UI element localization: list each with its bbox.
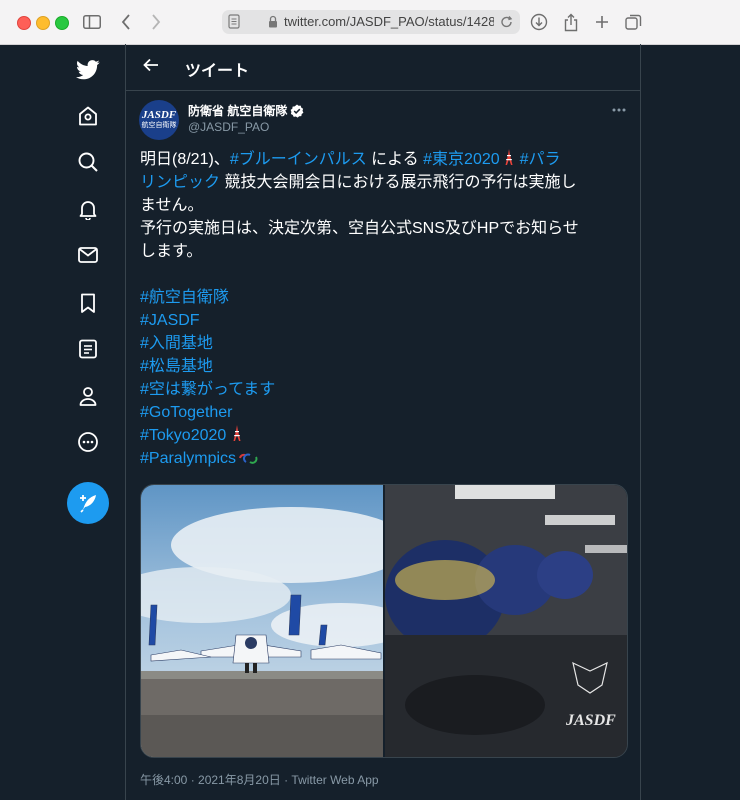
tweet-text-line: します。 bbox=[140, 243, 203, 260]
address-bar[interactable]: twitter.com/JASDF_PAO/status/1428612 bbox=[222, 10, 520, 34]
notifications-bell-icon[interactable] bbox=[76, 197, 100, 221]
hashtag-link[interactable]: #航空自衛隊 bbox=[140, 286, 630, 309]
hashtag-link[interactable]: #パラ bbox=[520, 151, 561, 168]
twitter-logo-icon[interactable] bbox=[75, 58, 101, 82]
page-header: ツイート bbox=[126, 44, 640, 91]
hashtag-link[interactable]: #Tokyo2020 bbox=[140, 427, 226, 444]
forward-nav-icon[interactable] bbox=[148, 11, 164, 33]
hashtag-link[interactable]: #GoTogether bbox=[140, 401, 630, 424]
zoom-window-button[interactable] bbox=[55, 16, 69, 30]
tweet-detail-column: ツイート JASDF 航空自衛隊 防衛省 航空自衛隊 @JASDF_PAO 明日… bbox=[125, 44, 641, 800]
back-nav-icon[interactable] bbox=[118, 11, 134, 33]
blue-impulse-jets-photo[interactable] bbox=[141, 485, 383, 757]
download-icon[interactable] bbox=[529, 11, 549, 33]
tweet-text-line: 予行の実施日は、決定次第、空自公式SNS及びHPでお知らせ bbox=[140, 220, 579, 237]
tweet-media-grid[interactable]: JASDF bbox=[140, 484, 628, 758]
tweet-text: 明日(8/21)、#ブルーインパルス による #東京2020 #パラ リンピック … bbox=[140, 148, 630, 470]
hashtag-link[interactable]: #JASDF bbox=[140, 309, 630, 332]
back-arrow-icon[interactable] bbox=[142, 56, 160, 79]
share-icon[interactable] bbox=[561, 11, 581, 33]
hashtag-link[interactable]: #空は繋がってます bbox=[140, 378, 630, 401]
lists-icon[interactable] bbox=[76, 337, 100, 361]
page-title: ツイート bbox=[185, 63, 250, 80]
explore-icon[interactable] bbox=[76, 150, 100, 174]
primary-navigation bbox=[64, 44, 126, 800]
home-icon[interactable] bbox=[76, 104, 100, 128]
paralympics-agitos-icon bbox=[239, 453, 258, 464]
bookmarks-icon[interactable] bbox=[76, 291, 100, 315]
tab-overview-icon[interactable] bbox=[623, 11, 643, 33]
tweet-timestamp[interactable]: 午後4:00 · 2021年8月20日 · Twitter Web App bbox=[140, 771, 379, 788]
reload-icon[interactable] bbox=[500, 14, 514, 35]
tokyo-tower-emoji-icon bbox=[505, 149, 513, 165]
new-tab-icon[interactable] bbox=[592, 11, 612, 33]
close-window-button[interactable] bbox=[17, 16, 31, 30]
browser-toolbar: twitter.com/JASDF_PAO/status/1428612 bbox=[0, 0, 740, 45]
display-name-text: 防衛省 航空自衛隊 bbox=[188, 104, 288, 118]
lock-icon bbox=[268, 15, 278, 33]
verified-badge-icon bbox=[290, 104, 304, 118]
media-logo-text: JASDF bbox=[565, 712, 616, 729]
tweet-text-line: ません。 bbox=[140, 197, 204, 214]
tweet-text-segment: による bbox=[366, 151, 424, 168]
pilot-helmets-photo[interactable]: JASDF bbox=[385, 485, 627, 757]
url-text: twitter.com/JASDF_PAO/status/1428612 bbox=[284, 14, 494, 29]
avatar-logo-text: JASDF bbox=[141, 108, 177, 121]
hashtag-link[interactable]: #入間基地 bbox=[140, 332, 630, 355]
user-handle[interactable]: @JASDF_PAO bbox=[188, 120, 269, 134]
hashtag-link-continued[interactable]: リンピック bbox=[140, 174, 220, 191]
tokyo-tower-emoji-icon bbox=[233, 425, 241, 441]
minimize-window-button[interactable] bbox=[36, 16, 50, 30]
hashtag-link[interactable]: #Paralympics bbox=[140, 450, 236, 467]
avatar-subtext: 航空自衛隊 bbox=[141, 121, 177, 129]
messages-mail-icon[interactable] bbox=[76, 243, 100, 267]
display-name[interactable]: 防衛省 航空自衛隊 bbox=[188, 102, 304, 119]
avatar[interactable]: JASDF 航空自衛隊 bbox=[139, 100, 179, 140]
tweet-text-segment: 競技大会開会日における展示飛行の予行は実施し bbox=[220, 174, 577, 191]
more-horizontal-icon[interactable] bbox=[612, 100, 626, 118]
tweet-text-segment: 明日(8/21)、 bbox=[140, 151, 230, 168]
hashtag-link[interactable]: #ブルーインパルス bbox=[230, 151, 367, 168]
feather-plus-icon bbox=[80, 495, 96, 513]
compose-tweet-button[interactable] bbox=[67, 482, 109, 524]
more-options-icon[interactable] bbox=[76, 430, 100, 454]
profile-icon[interactable] bbox=[76, 384, 100, 408]
hashtag-link[interactable]: #松島基地 bbox=[140, 355, 630, 378]
reader-icon[interactable] bbox=[228, 14, 242, 35]
sidebar-toggle-icon[interactable] bbox=[82, 11, 102, 33]
hashtag-link[interactable]: #東京2020 bbox=[423, 151, 500, 168]
